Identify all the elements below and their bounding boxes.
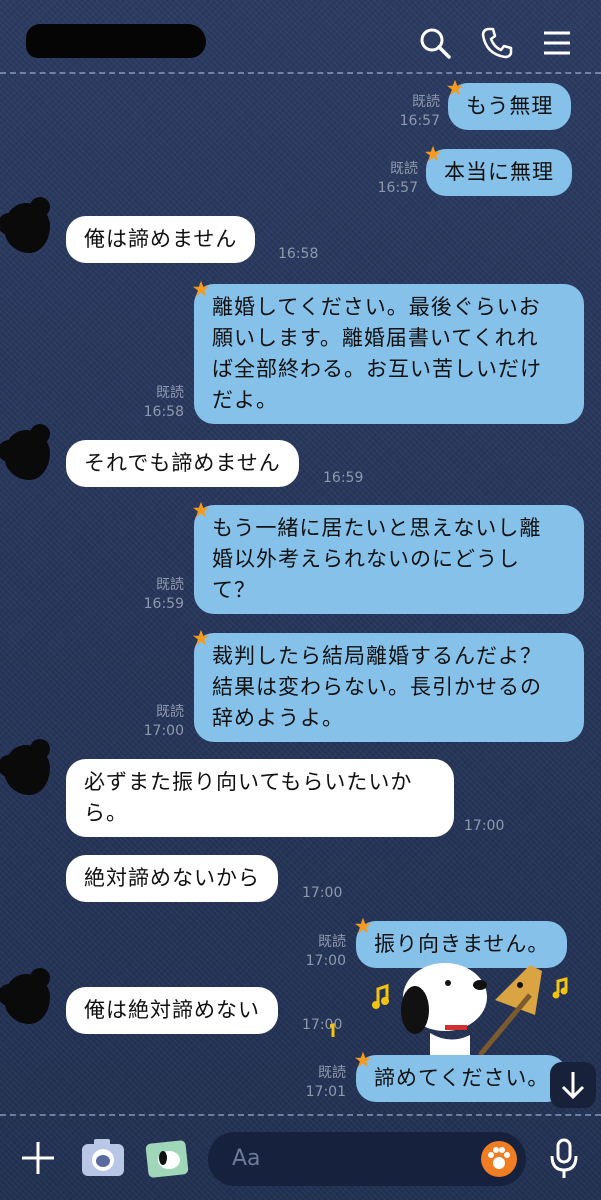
- outgoing-message-bubble[interactable]: 諦めてください。: [356, 1055, 568, 1102]
- scroll-to-bottom-button[interactable]: [550, 1062, 596, 1108]
- message-time: 16:59: [143, 596, 184, 612]
- redacted-avatar[interactable]: [0, 968, 50, 1024]
- message-time: 16:57: [377, 180, 418, 196]
- read-receipt: 既読: [318, 1065, 346, 1081]
- plus-icon[interactable]: [20, 1140, 56, 1176]
- message-time: 16:58: [278, 246, 319, 262]
- star-icon: [424, 145, 442, 162]
- input-placeholder: Aa: [232, 1146, 261, 1171]
- message-time: 16:57: [399, 113, 440, 129]
- message-time: 17:00: [143, 723, 184, 739]
- message-time: 17:00: [464, 818, 505, 834]
- message-time: 17:00: [302, 885, 343, 901]
- message-text: 俺は諦めません: [84, 227, 238, 251]
- message-text: 諦めてください。: [374, 1066, 550, 1090]
- message-text: 必ずまた振り向いてもらいたいか ら。: [84, 770, 413, 825]
- incoming-message-bubble[interactable]: 必ずまた振り向いてもらいたいか ら。: [66, 759, 454, 837]
- message-meta: 既読 17:01: [286, 1064, 346, 1102]
- microphone-icon[interactable]: [548, 1138, 580, 1180]
- star-icon: [446, 79, 464, 96]
- message-meta: 既読 16:57: [380, 93, 440, 131]
- image-icon[interactable]: [145, 1138, 191, 1180]
- message-text: もう一緒に居たいと思えないし離 婚以外考えられないのにどうし て？: [212, 516, 542, 602]
- message-input[interactable]: Aa: [208, 1132, 526, 1186]
- message-time: 16:59: [323, 470, 364, 486]
- message-text: 俺は絶対諦めない: [84, 998, 260, 1022]
- message-text: それでも諦めません: [84, 451, 281, 475]
- camera-icon[interactable]: [80, 1138, 126, 1178]
- message-text: 離婚してください。最後ぐらいお 願いします。離婚届書いてくれれ ば全部終わる。お…: [212, 295, 542, 412]
- message-text: 裁判したら結局離婚するんだよ？ 結果は変わらない。長引かせるの 辞めようよ。: [212, 644, 542, 730]
- message-text: 本当に無理: [444, 160, 554, 184]
- outgoing-message-bubble[interactable]: 裁判したら結局離婚するんだよ？ 結果は変わらない。長引かせるの 辞めようよ。: [194, 633, 584, 742]
- read-receipt: 既読: [156, 385, 184, 401]
- message-meta: 既読 16:57: [358, 160, 418, 198]
- incoming-message-bubble[interactable]: 俺は絶対諦めない: [66, 987, 278, 1034]
- read-receipt: 既読: [390, 161, 418, 177]
- message-meta: 既読 16:58: [124, 384, 184, 422]
- read-receipt: 既読: [156, 577, 184, 593]
- outgoing-message-bubble[interactable]: もう一緒に居たいと思えないし離 婚以外考えられないのにどうし て？: [194, 505, 584, 614]
- chat-header: [0, 0, 601, 78]
- footer-stitch: [0, 1114, 601, 1116]
- star-icon: [354, 917, 372, 934]
- star-icon: [354, 1051, 372, 1068]
- menu-icon[interactable]: [540, 26, 574, 60]
- redacted-avatar[interactable]: [0, 197, 50, 253]
- arrow-down-icon: [561, 1072, 585, 1100]
- message-time: 17:01: [305, 1084, 346, 1100]
- outgoing-message-bubble[interactable]: 離婚してください。最後ぐらいお 願いします。離婚届書いてくれれ ば全部終わる。お…: [194, 284, 584, 424]
- star-icon: [192, 629, 210, 646]
- outgoing-message-bubble[interactable]: 本当に無理: [426, 149, 572, 196]
- emoji-sticker-icon[interactable]: [480, 1140, 518, 1178]
- read-receipt: 既読: [412, 94, 440, 110]
- snoopy-sticker[interactable]: [330, 955, 580, 1065]
- message-time: 16:58: [143, 404, 184, 420]
- phone-icon[interactable]: [480, 26, 514, 60]
- read-receipt: 既読: [156, 704, 184, 720]
- incoming-message-bubble[interactable]: それでも諦めません: [66, 440, 299, 487]
- message-meta: 既読 16:59: [124, 576, 184, 614]
- redacted-avatar[interactable]: [0, 739, 50, 795]
- message-meta: 既読 17:00: [124, 703, 184, 741]
- incoming-message-bubble[interactable]: 絶対諦めないから: [66, 855, 278, 902]
- search-icon[interactable]: [418, 26, 452, 60]
- outgoing-message-bubble[interactable]: もう無理: [448, 83, 572, 130]
- message-text: もう無理: [466, 94, 554, 118]
- star-icon: [192, 501, 210, 518]
- redacted-avatar[interactable]: [0, 424, 50, 480]
- redacted-contact-name: [26, 24, 206, 58]
- incoming-message-bubble[interactable]: 俺は諦めません: [66, 216, 256, 263]
- star-icon: [192, 280, 210, 297]
- message-text: 絶対諦めないから: [84, 866, 260, 890]
- read-receipt: 既読: [318, 934, 346, 950]
